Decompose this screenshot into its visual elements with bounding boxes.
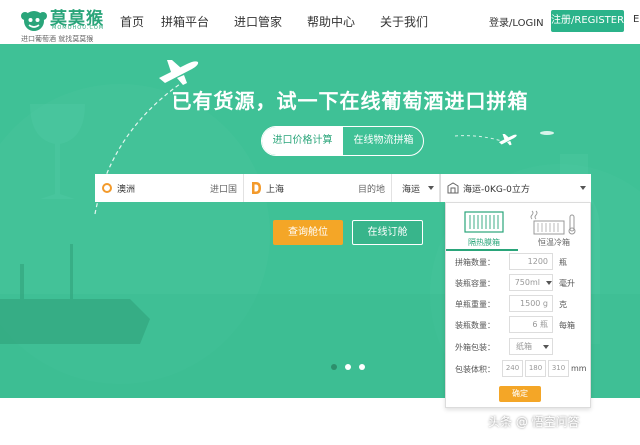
outer-packaging-label: 外箱包装： [455, 343, 495, 352]
bottles-per-box-input[interactable]: 6 瓶 [509, 316, 553, 333]
insulated-box-icon [464, 211, 504, 233]
tab-online-consolidation[interactable]: 在线物流拼箱 [343, 127, 423, 155]
row-bottle-weight: 单瓶重量： 1500 g 克 [446, 295, 592, 313]
bottles-per-box-label: 装瓶数量： [455, 321, 495, 330]
chevron-down-icon [543, 345, 549, 349]
origin-field[interactable]: 澳洲 进口国 [95, 174, 244, 202]
cargo-detail-panel: 隔热膜箱 恒温冷箱 拼箱数量： 1200 瓶 装瓶容量： 750ml 毫升 单瓶… [445, 202, 591, 408]
transport-select[interactable]: 海运 [392, 174, 440, 202]
site-logo[interactable]: 莫莫猴 MOMOHOU.COM 进口葡萄酒 就找莫莫猴 [20, 3, 106, 43]
box-width-input[interactable]: 180 [525, 360, 546, 377]
row-outer-packaging: 外箱包装： 纸箱 [446, 338, 592, 356]
monkey-logo-icon [21, 11, 47, 31]
carousel-dots [331, 364, 371, 372]
logistics-search-bar: 澳洲 进口国 上海 目的地 海运 海运-0KG-0立方 [95, 174, 591, 202]
row-bottles-per-box: 装瓶数量： 6 瓶 每箱 [446, 316, 592, 334]
cargo-select[interactable]: 海运-0KG-0立方 [440, 174, 591, 202]
online-booking-button[interactable]: 在线订舱 [352, 220, 423, 245]
box-volume-label: 包装体积： [455, 365, 495, 374]
logo-slogan: 进口葡萄酒 就找莫莫猴 [21, 35, 94, 43]
register-button[interactable]: 注册/REGISTER [551, 10, 624, 32]
bottle-capacity-label: 装瓶容量： [455, 279, 495, 288]
query-space-button[interactable]: 查询舱位 [273, 220, 343, 245]
box-count-label: 拼箱数量： [455, 258, 495, 267]
destination-tag: 目的地 [357, 185, 385, 195]
box-count-input[interactable]: 1200 [509, 253, 553, 270]
thermostatic-box-icon [530, 210, 576, 235]
calculator-tabs: 进口价格计算 在线物流拼箱 [261, 126, 424, 156]
chevron-down-icon [546, 281, 552, 285]
row-box-volume: 包装体积： 240 180 310 mm [446, 360, 592, 378]
origin-ring-icon [102, 183, 112, 193]
box-volume-unit: mm [571, 364, 587, 373]
bottles-per-box-unit: 每箱 [559, 321, 575, 330]
toutiao-watermark: 头条 @ 悟空问答 [488, 415, 580, 429]
bottle-weight-unit: 克 [559, 300, 567, 309]
hero-headline: 已有货源，试一下在线葡萄酒进口拼箱 [171, 89, 529, 113]
box-height-input[interactable]: 310 [548, 360, 569, 377]
packaging-option-thermostatic[interactable]: 恒温冷箱 [519, 209, 589, 251]
chevron-down-icon [580, 186, 586, 190]
carousel-dot-1[interactable] [331, 364, 337, 370]
airplane-icon [159, 60, 199, 85]
tab-import-price-calc[interactable]: 进口价格计算 [262, 127, 343, 155]
destination-d-icon [252, 182, 261, 194]
bottle-capacity-unit: 毫升 [559, 279, 575, 288]
box-count-unit: 瓶 [559, 258, 567, 267]
row-box-count: 拼箱数量： 1200 瓶 [446, 253, 592, 271]
cloud-icon [540, 131, 554, 135]
bottle-weight-input[interactable]: 1500 g [509, 295, 553, 312]
destination-value: 上海 [266, 185, 285, 195]
nav-item-import-butler[interactable]: 进口管家 [234, 13, 282, 30]
language-switch[interactable]: E [633, 14, 639, 25]
confirm-button[interactable]: 确定 [499, 386, 541, 402]
origin-tag: 进口国 [209, 185, 237, 195]
cargo-value: 海运-0KG-0立方 [463, 185, 530, 195]
packaging-label-insulated: 隔热膜箱 [468, 238, 500, 247]
bottle-weight-label: 单瓶重量： [455, 300, 495, 309]
packaging-option-insulated[interactable]: 隔热膜箱 [449, 209, 519, 251]
box-length-input[interactable]: 240 [502, 360, 523, 377]
transport-value: 海运 [402, 185, 421, 195]
top-header: 莫莫猴 MOMOHOU.COM 进口葡萄酒 就找莫莫猴 首页 拼箱平台 进口管家… [0, 0, 640, 44]
nav-item-home[interactable]: 首页 [120, 13, 144, 30]
destination-field[interactable]: 上海 目的地 [244, 174, 392, 202]
package-icon [447, 182, 459, 194]
nav-item-help-center[interactable]: 帮助中心 [307, 13, 355, 30]
chevron-down-icon [428, 186, 434, 190]
row-bottle-capacity: 装瓶容量： 750ml 毫升 [446, 274, 592, 292]
nav-item-consolidation-platform[interactable]: 拼箱平台 [161, 13, 209, 30]
small-airplane-icon [498, 134, 517, 146]
carousel-dot-2[interactable] [345, 364, 351, 370]
origin-value: 澳洲 [117, 185, 136, 195]
login-link[interactable]: 登录/LOGIN [489, 14, 544, 29]
carousel-dot-3[interactable] [359, 364, 365, 370]
packaging-selected-underline [446, 249, 518, 251]
logo-domain: MOMOHOU.COM [52, 25, 105, 31]
nav-item-about-us[interactable]: 关于我们 [380, 13, 428, 30]
packaging-label-thermostatic: 恒温冷箱 [538, 238, 570, 247]
